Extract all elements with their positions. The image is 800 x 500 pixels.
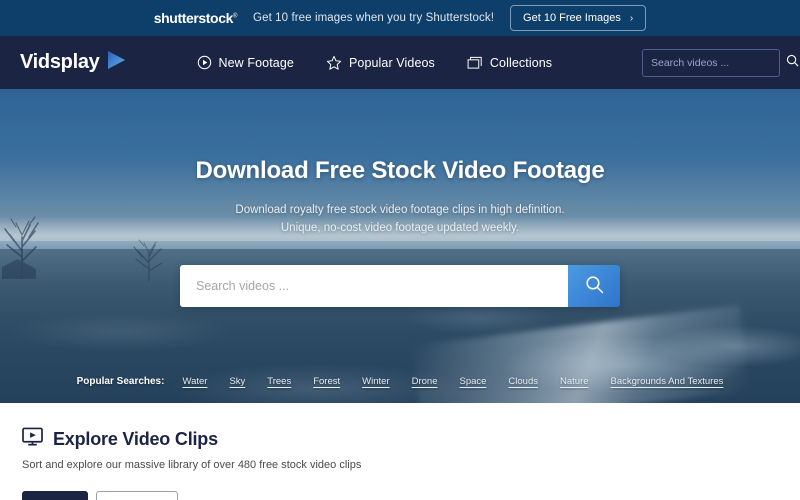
- search-icon[interactable]: [786, 54, 799, 72]
- popular-tag[interactable]: Backgrounds And Textures: [611, 376, 724, 387]
- nav-links: New Footage Popular Videos Collections: [197, 55, 553, 71]
- explore-tabs: [22, 491, 778, 500]
- nav-item-label: Popular Videos: [348, 55, 435, 70]
- hero-search-bar[interactable]: [180, 264, 620, 307]
- star-icon: [326, 55, 342, 71]
- promo-message: Get 10 free images when you try Shutters…: [253, 12, 495, 24]
- popular-tag[interactable]: Clouds: [508, 376, 538, 387]
- registered-mark: ®: [233, 13, 238, 20]
- popular-tag[interactable]: Drone: [412, 376, 438, 387]
- hero-search-button[interactable]: [568, 264, 620, 307]
- popular-searches-label: Popular Searches:: [76, 376, 165, 387]
- nav-item-new-footage[interactable]: New Footage: [197, 55, 294, 70]
- hero-section: Download Free Stock Video Footage Downlo…: [0, 89, 800, 403]
- promo-button-label: Get 10 Free Images: [523, 12, 621, 24]
- search-icon: [585, 275, 604, 297]
- chevron-right-icon: ›: [629, 12, 634, 24]
- nav-item-label: Collections: [489, 55, 553, 70]
- nav-search-box[interactable]: [642, 48, 799, 77]
- nav-search-input[interactable]: [651, 56, 786, 69]
- popular-searches-tags: Water Sky Trees Forest Winter Drone Spac…: [182, 376, 723, 387]
- shutterstock-logo-text: shutterstock: [153, 10, 234, 26]
- layers-icon: [467, 55, 483, 70]
- play-triangle-icon: [105, 49, 127, 76]
- explore-tab-secondary[interactable]: [96, 491, 178, 500]
- popular-tag[interactable]: Nature: [560, 376, 589, 387]
- hero-title: Download Free Stock Video Footage: [195, 157, 605, 184]
- explore-title: Explore Video Clips: [53, 428, 218, 449]
- nav-item-collections[interactable]: Collections: [467, 55, 552, 70]
- explore-header: Explore Video Clips: [22, 427, 778, 451]
- main-navbar: Vidsplay New Footage Popular Videos Coll…: [0, 36, 800, 89]
- popular-tag[interactable]: Water: [182, 376, 207, 387]
- popular-tag[interactable]: Winter: [362, 376, 389, 387]
- brand-name: Vidsplay: [20, 51, 100, 73]
- popular-tag[interactable]: Forest: [313, 376, 340, 387]
- popular-tag[interactable]: Space: [459, 376, 486, 387]
- hero-search-input[interactable]: [180, 264, 568, 307]
- hero-subtitle-line-1: Download royalty free stock video footag…: [235, 204, 565, 216]
- hero-content: Download Free Stock Video Footage Downlo…: [0, 89, 800, 307]
- nav-item-popular-videos[interactable]: Popular Videos: [326, 55, 435, 71]
- popular-tag[interactable]: Sky: [229, 376, 245, 387]
- popular-searches-row: Popular Searches: Water Sky Trees Forest…: [0, 376, 800, 387]
- explore-subtitle: Sort and explore our massive library of …: [22, 459, 362, 471]
- hero-subtitle-line-2: Unique, no-cost video footage updated we…: [280, 222, 520, 235]
- explore-tab-primary[interactable]: [22, 491, 88, 500]
- explore-section: Explore Video Clips Sort and explore our…: [0, 403, 800, 500]
- popular-tag[interactable]: Trees: [267, 376, 291, 387]
- brand-logo[interactable]: Vidsplay: [20, 49, 127, 76]
- hero-subtitle: Download royalty free stock video footag…: [0, 201, 800, 238]
- play-circle-icon: [197, 55, 212, 70]
- promo-bar: shutterstock® Get 10 free images when yo…: [0, 0, 800, 36]
- get-free-images-button[interactable]: Get 10 Free Images ›: [510, 5, 647, 31]
- monitor-play-icon: [22, 427, 43, 451]
- shutterstock-logo[interactable]: shutterstock®: [153, 10, 238, 26]
- nav-item-label: New Footage: [218, 55, 294, 70]
